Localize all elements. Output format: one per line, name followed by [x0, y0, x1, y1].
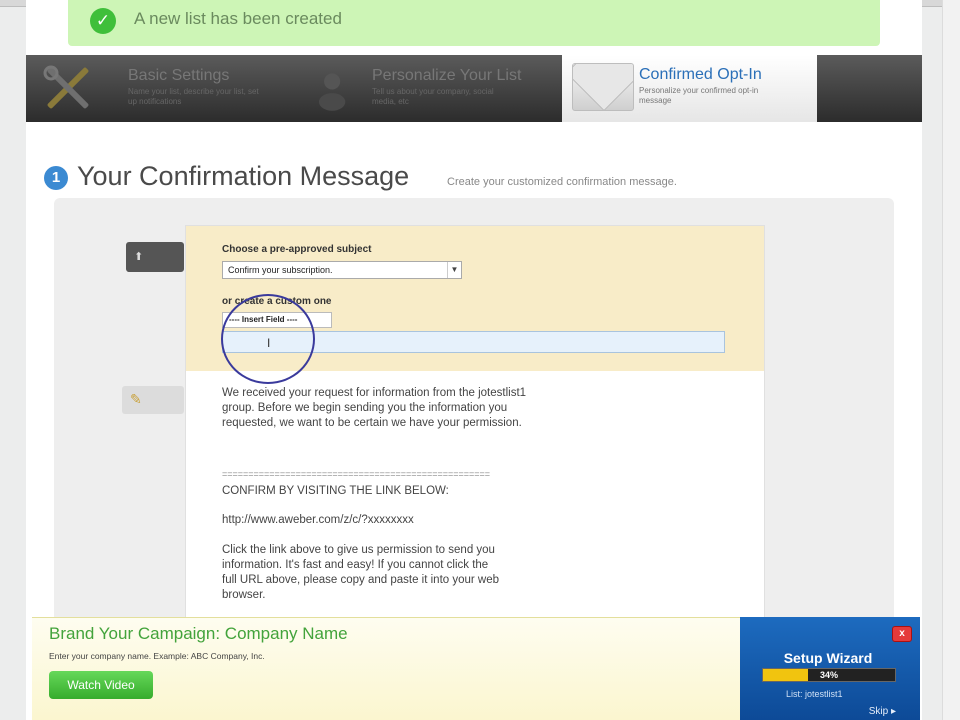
confirm-instruction: CONFIRM BY VISITING THE LINK BELOW: — [222, 485, 449, 497]
wizard-steps-bar: Basic Settings Name your list, describe … — [26, 55, 922, 122]
tools-icon — [43, 65, 89, 109]
brand-title: Brand Your Campaign: Company Name — [49, 624, 348, 643]
envelope-icon — [572, 63, 634, 111]
wizard-list-name: List: jotestlist1 — [786, 689, 843, 699]
progress-label: 34% — [819, 670, 838, 680]
arrow-up-icon: ⬆ — [134, 251, 144, 263]
step-confirmed-opt-in[interactable]: Confirmed Opt-In Personalize your confir… — [562, 55, 817, 122]
step-subtitle: Personalize your confirmed opt-in messag… — [639, 86, 759, 105]
message-paragraph-1: We received your request for information… — [222, 387, 527, 429]
scrollbar[interactable] — [942, 0, 960, 720]
pencil-icon: ✎ — [130, 391, 142, 407]
brand-campaign-bar: Brand Your Campaign: Company Name Enter … — [32, 617, 740, 720]
page-subtitle: Create your customized confirmation mess… — [447, 176, 677, 188]
chevron-down-icon: ▼ — [447, 262, 461, 278]
wizard-title: Setup Wizard — [783, 650, 873, 666]
success-message: A new list has been created — [134, 9, 342, 28]
step-title: Personalize Your List — [372, 67, 522, 84]
step-subtitle: Name your list, describe your list, set … — [128, 87, 259, 106]
message-paragraph-2: Click the link above to give us permissi… — [222, 544, 500, 601]
step-personalize-list[interactable]: Personalize Your List Tell us about your… — [308, 55, 560, 122]
confirm-link: http://www.aweber.com/z/c/?xxxxxxxx — [222, 514, 414, 526]
skip-link[interactable]: Skip ▸ — [869, 706, 896, 717]
select-value: Confirm your subscription. — [228, 265, 333, 275]
brand-subtitle: Enter your company name. Example: ABC Co… — [49, 651, 265, 661]
edit-button[interactable]: ✎ — [122, 386, 184, 414]
watch-video-button[interactable]: Watch Video — [49, 671, 153, 699]
message-editor-card: Choose a pre-approved subject Confirm yo… — [185, 225, 765, 620]
step-subtitle: Tell us about your company, social media… — [372, 87, 494, 106]
preapproved-subject-select[interactable]: Confirm your subscription. ▼ — [222, 261, 462, 279]
preapproved-subject-label: Choose a pre-approved subject — [222, 244, 372, 255]
message-divider: ========================================… — [222, 469, 491, 479]
close-icon[interactable]: x — [892, 626, 912, 642]
step-title: Confirmed Opt-In — [639, 66, 762, 83]
step-title: Basic Settings — [128, 67, 230, 84]
wizard-progress-bar: 34% — [762, 668, 896, 682]
person-icon — [318, 73, 346, 111]
setup-wizard-panel: x Setup Wizard 34% List: jotestlist1 Ski… — [740, 617, 920, 720]
highlight-circle — [221, 294, 315, 384]
move-up-button[interactable]: ⬆ — [126, 242, 184, 272]
page-title: Your Confirmation Message — [77, 161, 410, 191]
step-number-badge: 1 — [44, 166, 68, 190]
check-icon: ✓ — [90, 8, 116, 34]
success-banner: ✓ A new list has been created — [68, 0, 880, 46]
step-basic-settings[interactable]: Basic Settings Name your list, describe … — [26, 55, 306, 122]
